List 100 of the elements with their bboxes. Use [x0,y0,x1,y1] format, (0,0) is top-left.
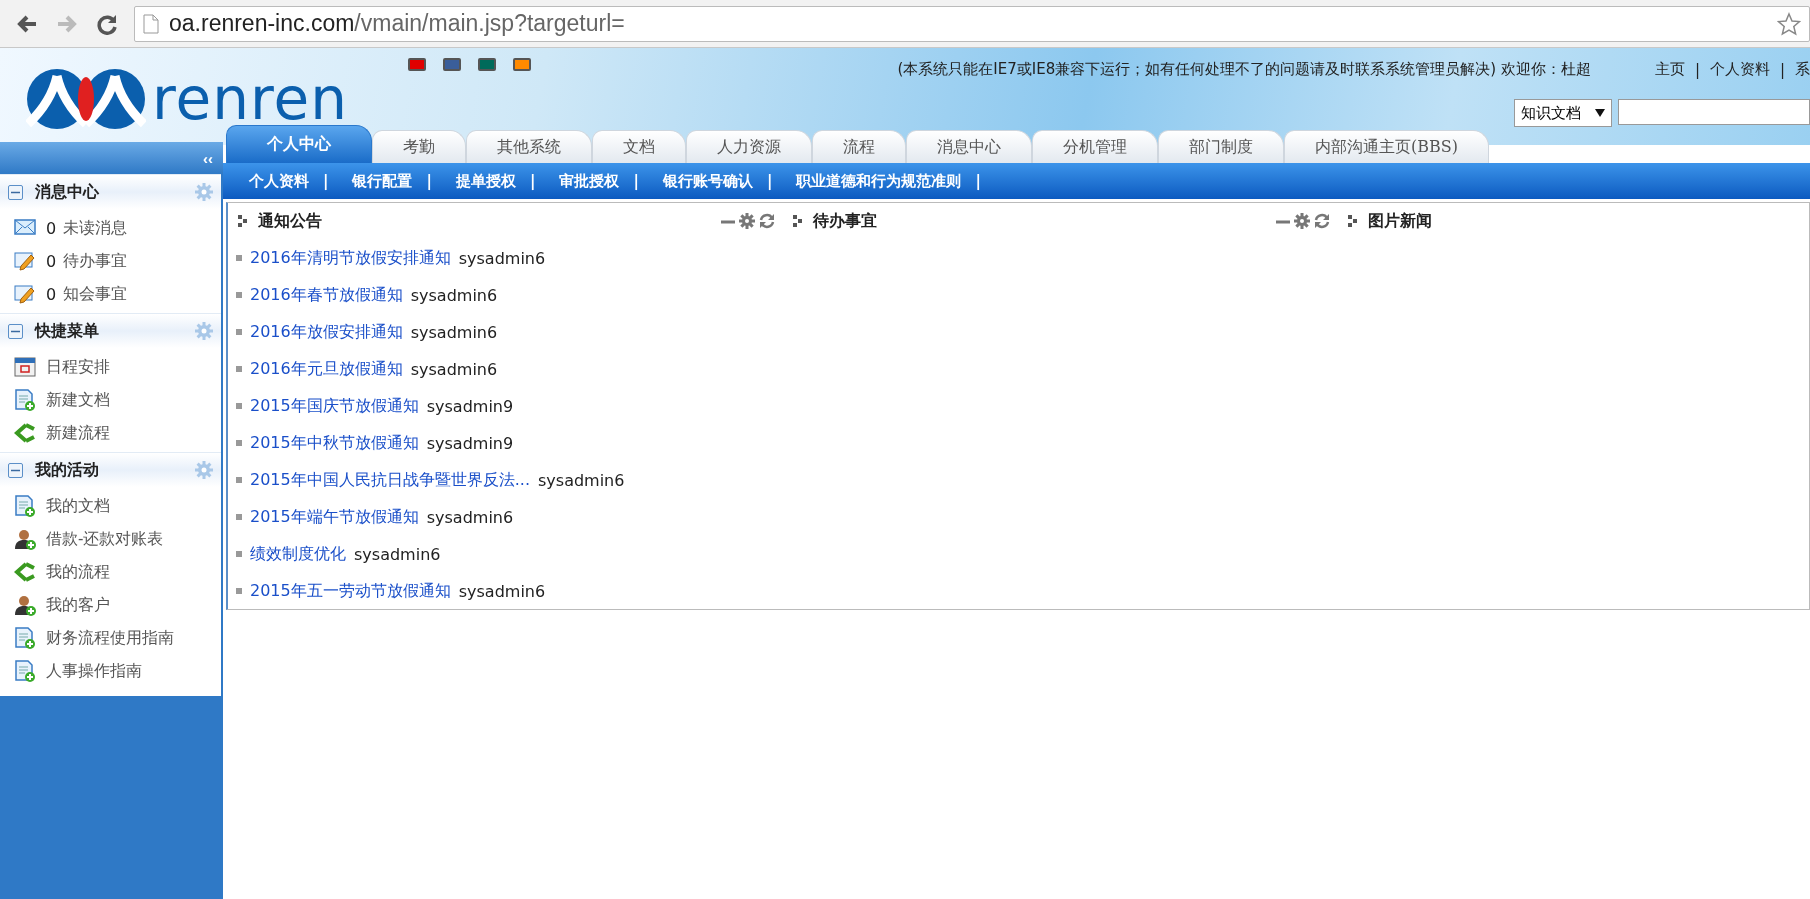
sidebar-item[interactable]: 人事操作指南 [14,658,221,684]
collapse-toggle[interactable] [8,184,23,200]
theme-swatch[interactable] [513,58,532,71]
notice-link[interactable]: 2015年国庆节放假通知 [250,395,419,417]
portlet-title: 通知公告 [258,210,323,232]
notice-link[interactable]: 2016年元旦放假通知 [250,358,403,380]
sidebar-item[interactable]: 借款-还款对账表 [14,526,221,552]
list-bullet [236,403,242,409]
theme-swatch[interactable] [478,58,497,71]
notice-link[interactable]: 2016年放假安排通知 [250,321,403,343]
sidebar-item[interactable]: 我的客户 [14,592,221,618]
section-title: 消息中心 [35,181,100,203]
author-name: sysadmin9 [426,396,514,416]
list-bullet [236,440,242,446]
star-icon[interactable] [1777,11,1801,36]
sub-navigation-link[interactable]: 职业道德和行为规范准则 [796,171,962,191]
settings-icon [739,213,755,229]
author-name: sysadmin6 [410,322,498,342]
tab[interactable]: 其他系统 [466,130,592,163]
notice-link[interactable]: 2016年春节放假通知 [250,284,403,306]
sidebar-item[interactable]: 财务流程使用指南 [14,625,221,651]
refresh-button[interactable] [759,213,775,229]
tab[interactable]: 消息中心 [906,130,1032,163]
sidebar-item[interactable]: 日程安排 [14,354,221,380]
list-bullet [236,588,242,594]
separator: | [1779,60,1785,79]
search-scope-dropdown[interactable]: 知识文档 [1514,99,1612,127]
sub-navigation-link[interactable]: 银行配置 [352,171,413,191]
tab[interactable]: 分机管理 [1032,130,1158,163]
portlet-title: 图片新闻 [1368,210,1433,232]
list-bullet [236,292,242,298]
list-bullet [236,329,242,335]
header-link[interactable]: 系 [1795,60,1810,79]
author-name: sysadmin6 [410,285,498,305]
collapse-toggle[interactable] [8,323,23,339]
header-link[interactable]: 个人资料 [1709,60,1770,79]
pencil-note-icon [14,250,36,272]
sidebar-item[interactable]: 我的流程 [14,559,221,585]
collapse-toggle[interactable] [8,462,23,478]
forward-arrow-icon [56,13,78,34]
theme-swatch[interactable] [408,58,427,71]
sub-navigation-link[interactable]: 审批授权 [559,171,620,191]
refresh-icon [1314,213,1330,229]
sidebar-item[interactable]: 0 待办事宜 [14,248,221,274]
separator: | [975,172,981,190]
list-bullet [236,366,242,372]
settings-button[interactable] [739,213,755,229]
sidebar-item[interactable]: 0 知会事宜 [14,281,221,307]
header-link[interactable]: 主页 [1654,60,1685,79]
bullet-icon [1348,215,1358,227]
author-name: sysadmin6 [538,470,625,490]
author-name: sysadmin6 [354,544,441,564]
settings-button[interactable] [1294,213,1310,229]
refresh-icon [759,213,775,229]
notice-link[interactable]: 2015年五一劳动节放假通知 [250,580,451,602]
section-title: 我的活动 [35,459,100,481]
notice-link[interactable]: 绩效制度优化 [250,543,346,565]
person-add-icon [14,594,36,616]
welcome-notice: (本系统只能在IE7或IE8兼容下运行；如有任何处理不了的问题请及时联系系统管理员解决) 欢迎你：杜超 [897,60,1591,79]
sub-navigation-link[interactable]: 提单授权 [455,171,516,191]
notice-link[interactable]: 2015年端午节放假通知 [250,506,419,528]
tab[interactable]: 部门制度 [1158,130,1284,163]
sidebar-item[interactable]: 0 未读消息 [14,215,221,241]
author-name: sysadmin6 [458,581,546,601]
tab[interactable]: 人力资源 [686,130,812,163]
sidebar-item[interactable]: 新建文档 [14,387,221,413]
arrows-icon [14,561,36,583]
arrows-icon [14,422,36,444]
tab[interactable]: 内部沟通主页(BBS) [1284,130,1489,163]
document-add-icon [14,495,36,517]
tab[interactable]: 文档 [592,130,686,163]
separator: | [426,172,432,190]
pencil-note-icon [14,283,36,305]
logo-icon [26,68,146,130]
bullet-icon [238,215,248,227]
search-field[interactable] [1618,99,1810,125]
separator: | [323,172,329,190]
settings-icon [1294,213,1310,229]
sidebar-item[interactable]: 我的文档 [14,493,221,519]
author-name: sysadmin6 [410,359,498,379]
notice-link[interactable]: 2015年中国人民抗日战争暨世界反法... [250,469,530,491]
refresh-button[interactable] [1314,213,1330,229]
separator: | [766,172,773,190]
tab[interactable]: 流程 [812,130,906,163]
sidebar-item[interactable]: 新建流程 [14,420,221,446]
author-name: sysadmin6 [426,507,514,527]
separator: | [529,172,536,190]
tab[interactable]: 个人中心 [226,125,372,163]
author-name: sysadmin6 [458,248,546,268]
address-field[interactable]: oa.renren-inc.com/vmain/main.jsp?targeturl= [134,5,1810,42]
theme-swatch[interactable] [443,58,462,71]
sub-navigation-link[interactable]: 个人资料 [249,171,309,191]
sub-navigation-link[interactable]: 银行账号确认 [662,171,753,191]
list-bullet [236,551,242,557]
document-add-icon [14,389,36,411]
tab[interactable]: 考勤 [372,130,466,163]
reload-icon [96,12,118,35]
person-add-icon [14,528,36,550]
notice-link[interactable]: 2015年中秋节放假通知 [250,432,419,454]
notice-link[interactable]: 2016年清明节放假安排通知 [250,247,451,269]
